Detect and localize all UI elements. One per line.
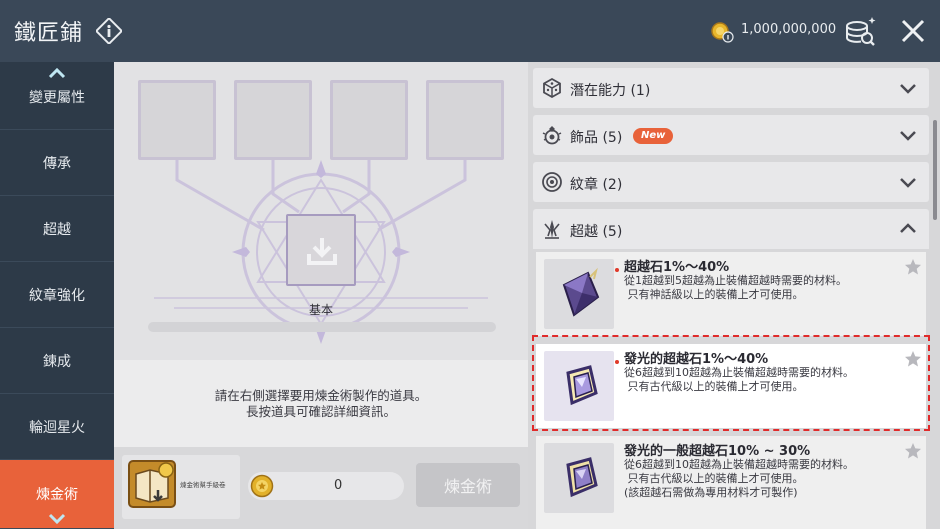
category-accessory[interactable]: 飾品 (5) New (533, 115, 929, 155)
list-item-selected[interactable]: 發光的超越石1%～40% 從6超越到10超越為止裝備超越時需要的材料。 只有古代… (536, 344, 926, 428)
favorite-star-icon[interactable] (904, 442, 922, 460)
alchemy-button[interactable]: 煉金術 (416, 463, 520, 507)
quantity-value: 0 (334, 478, 343, 493)
alchemy-panel: 基本 請在右側選擇要用煉金術製作的道具。 長按道具可確認詳細資訊。 煉金術幫手級… (114, 62, 528, 529)
alchemy-circle-area: 基本 (114, 62, 528, 360)
gold-coin-icon (250, 474, 274, 498)
basic-label: 基本 (308, 303, 333, 317)
item-description: 從6超越到10超越為止裝備超越時需要的材料。 只有古代級以上的裝備上才可使用。 … (624, 458, 854, 499)
sidebar-item-craft[interactable]: 鍊成 (0, 328, 114, 394)
category-label: 紋章 (2) (570, 177, 623, 193)
sidebar-item-change-attribute[interactable]: 變更屬性 (0, 64, 114, 130)
quantity-field[interactable]: 0 (248, 472, 404, 500)
emblem-icon (542, 172, 562, 192)
glowing-general-transcend-stone-icon (566, 457, 598, 498)
alchemy-ticket-icon (128, 460, 176, 508)
sidebar-item-rebirth-flame[interactable]: 輪迴星火 (0, 394, 114, 460)
dice-icon (543, 77, 561, 99)
favorite-star-icon[interactable] (904, 350, 922, 368)
new-dot (615, 360, 619, 364)
item-thumbnail (544, 259, 619, 329)
item-name: 超越石1%～40% (624, 260, 730, 275)
category-emblem[interactable]: 紋章 (2) (533, 162, 929, 202)
result-slot[interactable] (286, 214, 356, 286)
sidebar-item-emblem-upgrade[interactable]: 紋章強化 (0, 262, 114, 328)
chevron-down-icon[interactable] (48, 512, 66, 526)
sidebar-item-label: 傳承 (43, 155, 71, 172)
sidebar-item-label: 輪迴星火 (29, 419, 85, 436)
material-slot-1[interactable] (138, 80, 216, 160)
material-slot-4[interactable] (426, 80, 504, 160)
item-name: 發光的一般超越石10% ~ 30% (624, 444, 811, 459)
item-list-panel: 潛在能力 (1) 飾品 (5) New 紋章 (2) 超越 (5) 超越石1%～… (528, 62, 940, 529)
coin-icon (711, 22, 734, 43)
category-label: 飾品 (5) (570, 130, 623, 146)
chevron-down-icon (900, 178, 916, 188)
material-slot-2[interactable] (234, 80, 312, 160)
category-label: 超越 (5) (570, 224, 623, 240)
item-thumbnail (544, 351, 619, 421)
download-icon (307, 238, 337, 265)
new-dot (615, 268, 619, 272)
scrollbar[interactable] (933, 120, 937, 220)
sidebar-item-label: 變更屬性 (29, 89, 85, 106)
chevron-down-icon (900, 84, 916, 94)
favorite-star-icon[interactable] (904, 258, 922, 276)
instruction-text: 請在右側選擇要用煉金術製作的道具。 長按道具可確認詳細資訊。 (114, 388, 528, 420)
alchemy-action-bar: 煉金術幫手級卷 0 煉金術 (114, 447, 528, 529)
glowing-transcend-stone-icon (566, 365, 598, 406)
instruction-line-1: 請在右側選擇要用煉金術製作的道具。 (214, 388, 428, 403)
transcend-icon (544, 220, 560, 239)
sidebar-item-label: 紋章強化 (29, 287, 85, 304)
sidebar-item-inherit[interactable]: 傳承 (0, 130, 114, 196)
info-icon[interactable] (96, 18, 122, 44)
list-item[interactable]: 發光的一般超越石10% ~ 30% 從6超越到10超越為止裝備超越時需要的材料。… (536, 436, 926, 529)
category-transcend[interactable]: 超越 (5) (533, 209, 929, 249)
accessory-icon (542, 126, 562, 145)
page-title: 鐵匠鋪 (14, 21, 84, 46)
progress-bar (148, 322, 496, 332)
item-thumbnail (544, 443, 614, 513)
ticket-label: 煉金術幫手級卷 (180, 481, 226, 489)
item-name: 發光的超越石1%～40% (624, 352, 769, 367)
item-description: 從6超越到10超越為止裝備超越時需要的材料。 只有古代級以上的裝備上才可使用。 (624, 366, 854, 393)
sidebar-item-label: 超越 (43, 221, 71, 238)
alchemy-ticket[interactable]: 煉金術幫手級卷 (122, 455, 240, 519)
material-slot-3[interactable] (330, 80, 408, 160)
coin-stack-search-icon[interactable] (842, 14, 878, 48)
category-label: 潛在能力 (1) (570, 83, 651, 99)
sidebar-item-label: 煉金術 (36, 487, 78, 503)
chevron-up-icon (900, 223, 916, 233)
instruction-line-2: 長按道具可確認詳細資訊。 (245, 404, 396, 419)
chevron-down-icon (900, 131, 916, 141)
new-badge: New (633, 128, 674, 144)
close-icon[interactable] (898, 16, 928, 46)
sidebar-item-label: 鍊成 (43, 353, 71, 370)
transcend-stone-icon (562, 267, 600, 317)
currency-amount: 1,000,000,000 (741, 22, 837, 37)
item-description: 從1超越到5超越為止裝備超越時需要的材料。 只有神話級以上的裝備上才可使用。 (624, 274, 847, 301)
header-bar: 鐵匠鋪 1,000,000,000 (0, 0, 940, 62)
list-item[interactable]: 超越石1%～40% 從1超越到5超越為止裝備超越時需要的材料。 只有神話級以上的… (536, 252, 926, 336)
sidebar-item-transcend[interactable]: 超越 (0, 196, 114, 262)
category-potential[interactable]: 潛在能力 (1) (533, 68, 929, 108)
